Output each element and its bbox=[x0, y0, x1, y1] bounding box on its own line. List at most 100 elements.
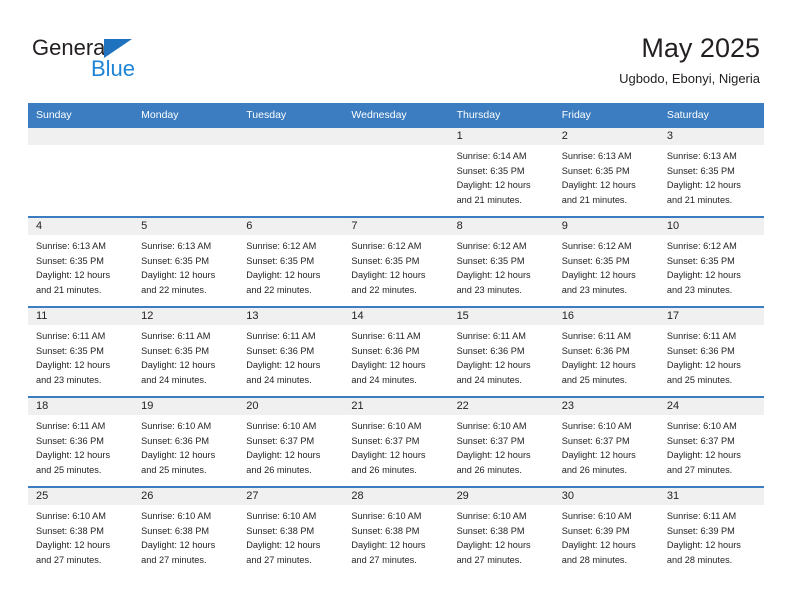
day-cell[interactable]: 4 Sunrise: 6:13 AM Sunset: 6:35 PM Dayli… bbox=[28, 216, 134, 307]
daylight-text-line2: and 25 minutes. bbox=[36, 464, 102, 475]
day-cell[interactable]: 21 Sunrise: 6:10 AM Sunset: 6:37 PM Dayl… bbox=[343, 396, 449, 487]
day-cell[interactable]: 20 Sunrise: 6:10 AM Sunset: 6:37 PM Dayl… bbox=[238, 396, 344, 487]
day-number: 21 bbox=[343, 398, 449, 415]
daylight-text-line1: Daylight: 12 hours bbox=[561, 360, 636, 371]
day-cell[interactable]: 10 Sunrise: 6:12 AM Sunset: 6:35 PM Dayl… bbox=[658, 216, 764, 307]
day-cell[interactable]: 24 Sunrise: 6:10 AM Sunset: 6:37 PM Dayl… bbox=[658, 396, 764, 487]
sunset-text: Sunset: 6:37 PM bbox=[666, 435, 735, 446]
daylight-text-line1: Daylight: 12 hours bbox=[666, 270, 741, 281]
day-cell[interactable]: 30 Sunrise: 6:10 AM Sunset: 6:39 PM Dayl… bbox=[553, 486, 659, 576]
day-number bbox=[28, 128, 134, 145]
day-details: Sunrise: 6:10 AM Sunset: 6:38 PM Dayligh… bbox=[449, 505, 554, 567]
title-block: May 2025 Ugbodo, Ebonyi, Nigeria bbox=[619, 32, 760, 88]
sunset-text: Sunset: 6:39 PM bbox=[666, 525, 735, 536]
daylight-text-line2: and 21 minutes. bbox=[666, 194, 733, 205]
day-cell[interactable]: 3 Sunrise: 6:13 AM Sunset: 6:35 PM Dayli… bbox=[658, 126, 764, 217]
day-cell[interactable]: 18 Sunrise: 6:11 AM Sunset: 6:36 PM Dayl… bbox=[28, 396, 134, 487]
day-cell[interactable]: 23 Sunrise: 6:10 AM Sunset: 6:37 PM Dayl… bbox=[553, 396, 659, 487]
daylight-text-line1: Daylight: 12 hours bbox=[36, 450, 111, 461]
sunset-text: Sunset: 6:35 PM bbox=[561, 255, 630, 266]
daylight-text-line2: and 28 minutes. bbox=[666, 554, 733, 565]
day-number: 8 bbox=[448, 218, 554, 235]
day-cell[interactable]: 15 Sunrise: 6:11 AM Sunset: 6:36 PM Dayl… bbox=[448, 306, 554, 397]
day-cell[interactable]: 13 Sunrise: 6:11 AM Sunset: 6:36 PM Dayl… bbox=[238, 306, 344, 397]
daylight-text-line2: and 24 minutes. bbox=[246, 374, 312, 385]
daylight-text-line2: and 23 minutes. bbox=[561, 284, 628, 295]
day-cell[interactable]: 27 Sunrise: 6:10 AM Sunset: 6:38 PM Dayl… bbox=[238, 486, 344, 576]
day-cell[interactable] bbox=[343, 126, 449, 217]
day-cell[interactable]: 19 Sunrise: 6:10 AM Sunset: 6:36 PM Dayl… bbox=[133, 396, 239, 487]
day-details bbox=[133, 145, 238, 149]
day-number bbox=[133, 128, 239, 145]
daylight-text-line1: Daylight: 12 hours bbox=[141, 540, 216, 551]
daylight-text-line2: and 22 minutes. bbox=[246, 284, 312, 295]
day-details bbox=[343, 145, 448, 149]
day-cell[interactable]: 14 Sunrise: 6:11 AM Sunset: 6:36 PM Dayl… bbox=[343, 306, 449, 397]
sunset-text: Sunset: 6:37 PM bbox=[456, 435, 525, 446]
daylight-text-line1: Daylight: 12 hours bbox=[666, 180, 741, 191]
day-number: 17 bbox=[658, 308, 764, 325]
day-number: 2 bbox=[553, 128, 659, 145]
daylight-text-line2: and 23 minutes. bbox=[36, 374, 102, 385]
sunrise-text: Sunrise: 6:10 AM bbox=[456, 511, 527, 521]
sunset-text: Sunset: 6:37 PM bbox=[561, 435, 630, 446]
day-cell[interactable]: 2 Sunrise: 6:13 AM Sunset: 6:35 PM Dayli… bbox=[553, 126, 659, 217]
day-cell[interactable]: 5 Sunrise: 6:13 AM Sunset: 6:35 PM Dayli… bbox=[133, 216, 239, 307]
sunrise-text: Sunrise: 6:11 AM bbox=[141, 331, 211, 341]
sunrise-text: Sunrise: 6:10 AM bbox=[246, 511, 317, 521]
day-number bbox=[343, 128, 449, 145]
sunset-text: Sunset: 6:36 PM bbox=[666, 345, 735, 356]
daylight-text-line2: and 27 minutes. bbox=[36, 554, 102, 565]
logo-text-blue: Blue bbox=[91, 56, 136, 81]
day-details bbox=[28, 145, 133, 149]
weekday-header-row: Sunday Monday Tuesday Wednesday Thursday… bbox=[28, 103, 764, 127]
day-cell[interactable]: 26 Sunrise: 6:10 AM Sunset: 6:38 PM Dayl… bbox=[133, 486, 239, 576]
day-details: Sunrise: 6:11 AM Sunset: 6:39 PM Dayligh… bbox=[659, 505, 764, 567]
day-cell[interactable]: 9 Sunrise: 6:12 AM Sunset: 6:35 PM Dayli… bbox=[553, 216, 659, 307]
day-number: 24 bbox=[658, 398, 764, 415]
day-cell[interactable]: 17 Sunrise: 6:11 AM Sunset: 6:36 PM Dayl… bbox=[658, 306, 764, 397]
day-number: 31 bbox=[658, 488, 764, 505]
day-number: 18 bbox=[28, 398, 134, 415]
sunset-text: Sunset: 6:39 PM bbox=[561, 525, 630, 536]
day-cell[interactable] bbox=[133, 126, 239, 217]
day-cell[interactable]: 16 Sunrise: 6:11 AM Sunset: 6:36 PM Dayl… bbox=[553, 306, 659, 397]
daylight-text-line2: and 26 minutes. bbox=[351, 464, 417, 475]
day-cell[interactable]: 6 Sunrise: 6:12 AM Sunset: 6:35 PM Dayli… bbox=[238, 216, 344, 307]
day-cell[interactable]: 1 Sunrise: 6:14 AM Sunset: 6:35 PM Dayli… bbox=[448, 126, 554, 217]
day-number: 23 bbox=[553, 398, 659, 415]
page-title: May 2025 bbox=[641, 33, 760, 63]
calendar-table: Sunday Monday Tuesday Wednesday Thursday… bbox=[28, 103, 764, 576]
sunrise-text: Sunrise: 6:11 AM bbox=[456, 331, 526, 341]
day-cell[interactable]: 7 Sunrise: 6:12 AM Sunset: 6:35 PM Dayli… bbox=[343, 216, 449, 307]
day-cell[interactable] bbox=[28, 126, 134, 217]
sunset-text: Sunset: 6:37 PM bbox=[246, 435, 315, 446]
calendar-page: General Blue May 2025 Ugbodo, Ebonyi, Ni… bbox=[0, 0, 792, 612]
daylight-text-line1: Daylight: 12 hours bbox=[351, 450, 426, 461]
daylight-text-line2: and 26 minutes. bbox=[561, 464, 628, 475]
weekday-header-saturday: Saturday bbox=[658, 103, 764, 127]
day-cell[interactable]: 29 Sunrise: 6:10 AM Sunset: 6:38 PM Dayl… bbox=[448, 486, 554, 576]
day-number: 28 bbox=[343, 488, 449, 505]
sunset-text: Sunset: 6:35 PM bbox=[561, 165, 630, 176]
sunset-text: Sunset: 6:38 PM bbox=[141, 525, 210, 536]
day-number: 5 bbox=[133, 218, 239, 235]
day-cell[interactable]: 11 Sunrise: 6:11 AM Sunset: 6:35 PM Dayl… bbox=[28, 306, 134, 397]
day-cell[interactable]: 25 Sunrise: 6:10 AM Sunset: 6:38 PM Dayl… bbox=[28, 486, 134, 576]
sunrise-text: Sunrise: 6:13 AM bbox=[36, 241, 106, 251]
day-cell[interactable]: 28 Sunrise: 6:10 AM Sunset: 6:38 PM Dayl… bbox=[343, 486, 449, 576]
week-row: 4 Sunrise: 6:13 AM Sunset: 6:35 PM Dayli… bbox=[28, 216, 764, 307]
day-cell[interactable]: 8 Sunrise: 6:12 AM Sunset: 6:35 PM Dayli… bbox=[448, 216, 554, 307]
day-details: Sunrise: 6:11 AM Sunset: 6:36 PM Dayligh… bbox=[238, 325, 343, 387]
day-cell[interactable] bbox=[238, 126, 344, 217]
page-header: General Blue May 2025 Ugbodo, Ebonyi, Ni… bbox=[0, 0, 792, 103]
day-cell[interactable]: 12 Sunrise: 6:11 AM Sunset: 6:35 PM Dayl… bbox=[133, 306, 239, 397]
general-blue-logo[interactable]: General Blue bbox=[32, 36, 212, 86]
daylight-text-line1: Daylight: 12 hours bbox=[246, 360, 321, 371]
day-details: Sunrise: 6:11 AM Sunset: 6:36 PM Dayligh… bbox=[449, 325, 554, 387]
day-cell[interactable]: 31 Sunrise: 6:11 AM Sunset: 6:39 PM Dayl… bbox=[658, 486, 764, 576]
day-details: Sunrise: 6:13 AM Sunset: 6:35 PM Dayligh… bbox=[554, 145, 659, 207]
day-details: Sunrise: 6:11 AM Sunset: 6:36 PM Dayligh… bbox=[554, 325, 659, 387]
day-cell[interactable]: 22 Sunrise: 6:10 AM Sunset: 6:37 PM Dayl… bbox=[448, 396, 554, 487]
daylight-text-line1: Daylight: 12 hours bbox=[666, 360, 741, 371]
